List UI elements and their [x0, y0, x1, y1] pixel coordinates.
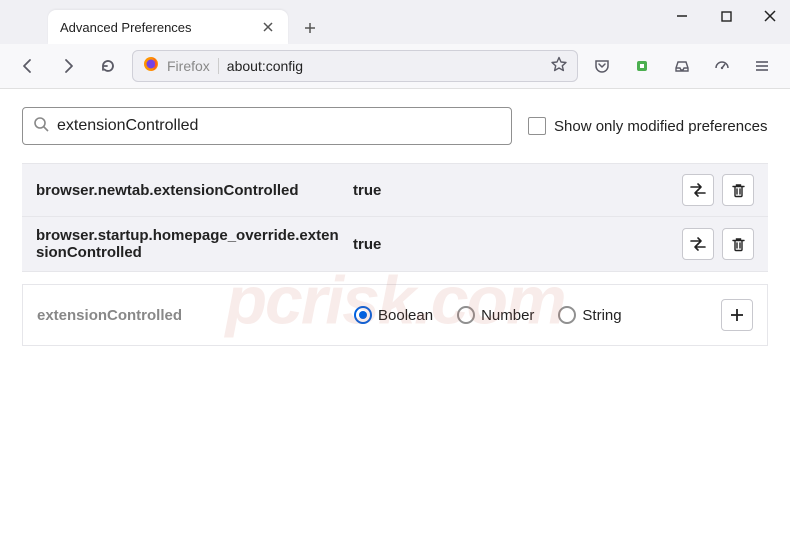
- menu-button[interactable]: [746, 50, 778, 82]
- bookmark-star-icon[interactable]: [551, 56, 567, 77]
- type-label: Boolean: [378, 307, 433, 324]
- new-tab-button[interactable]: [294, 12, 326, 44]
- type-label: String: [582, 307, 621, 324]
- tab-bar: Advanced Preferences: [0, 0, 790, 44]
- type-number-option[interactable]: Number: [457, 306, 534, 324]
- close-tab-button[interactable]: [260, 19, 276, 35]
- search-input[interactable]: [57, 117, 501, 135]
- forward-button[interactable]: [52, 50, 84, 82]
- radio-icon: [558, 306, 576, 324]
- url-bar[interactable]: Firefox about:config: [132, 50, 578, 82]
- search-icon: [33, 116, 49, 137]
- nav-bar: Firefox about:config: [0, 44, 790, 89]
- add-pref-name: extensionControlled: [37, 307, 342, 324]
- add-pref-row: extensionControlled Boolean Number Strin…: [22, 284, 768, 346]
- content-area: Show only modified preferences browser.n…: [0, 89, 790, 553]
- show-modified-label: Show only modified preferences: [554, 118, 767, 135]
- delete-button[interactable]: [722, 228, 754, 260]
- pref-row: browser.newtab.extensionControlled true: [22, 163, 768, 217]
- radio-icon: [354, 306, 372, 324]
- show-modified-checkbox[interactable]: [528, 117, 546, 135]
- maximize-button[interactable]: [718, 8, 734, 24]
- back-button[interactable]: [12, 50, 44, 82]
- type-boolean-option[interactable]: Boolean: [354, 306, 433, 324]
- inbox-icon[interactable]: [666, 50, 698, 82]
- add-button[interactable]: [721, 299, 753, 331]
- minimize-button[interactable]: [674, 8, 690, 24]
- pocket-icon[interactable]: [586, 50, 618, 82]
- pref-name: browser.newtab.extensionControlled: [36, 182, 341, 199]
- toggle-button[interactable]: [682, 174, 714, 206]
- url-text: about:config: [227, 58, 543, 74]
- type-label: Number: [481, 307, 534, 324]
- close-window-button[interactable]: [762, 8, 778, 24]
- pref-value: true: [353, 236, 670, 253]
- reload-button[interactable]: [92, 50, 124, 82]
- extension-icon[interactable]: [626, 50, 658, 82]
- tab-title: Advanced Preferences: [60, 20, 250, 35]
- delete-button[interactable]: [722, 174, 754, 206]
- firefox-logo-icon: [143, 56, 159, 77]
- pref-row: browser.startup.homepage_override.extens…: [22, 217, 768, 272]
- pref-value: true: [353, 182, 670, 199]
- url-identity-label: Firefox: [167, 58, 219, 74]
- type-string-option[interactable]: String: [558, 306, 621, 324]
- radio-icon: [457, 306, 475, 324]
- search-box[interactable]: [22, 107, 512, 145]
- dashboard-icon[interactable]: [706, 50, 738, 82]
- browser-tab[interactable]: Advanced Preferences: [48, 10, 288, 44]
- pref-name: browser.startup.homepage_override.extens…: [36, 227, 341, 261]
- toggle-button[interactable]: [682, 228, 714, 260]
